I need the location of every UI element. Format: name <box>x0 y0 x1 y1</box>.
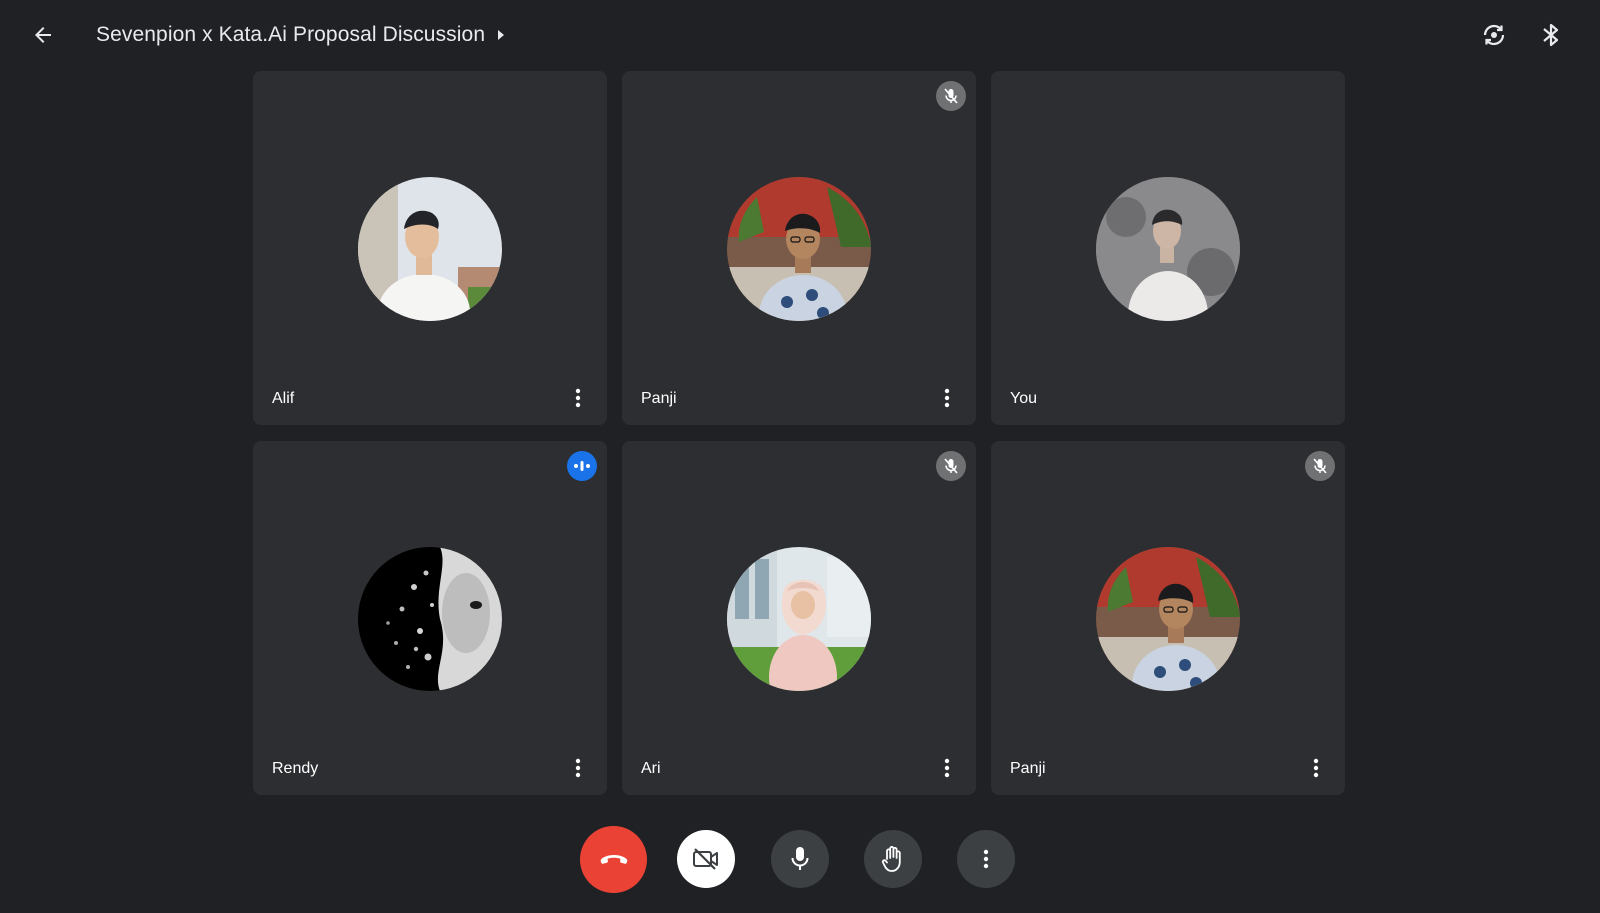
meeting-title: Sevenpion x Kata.Ai Proposal Discussion <box>96 23 486 46</box>
call-controls <box>0 826 1600 894</box>
avatar <box>358 177 502 321</box>
participant-name: Panji <box>641 390 677 407</box>
bluetooth-button[interactable] <box>1532 16 1570 54</box>
participant-tile[interactable]: Alif <box>253 71 607 425</box>
more-vert-icon <box>1313 758 1319 778</box>
call-end-icon <box>600 854 627 864</box>
switch-camera-icon <box>1483 24 1505 46</box>
muted-indicator <box>936 81 966 111</box>
participant-grid: Alif Panji You Rendy Ari Panji <box>253 71 1345 795</box>
hangup-button[interactable] <box>580 826 647 893</box>
more-vert-icon <box>944 388 950 408</box>
mic-off-icon <box>944 458 958 474</box>
muted-indicator <box>936 451 966 481</box>
participant-menu-button[interactable] <box>568 755 588 781</box>
muted-indicator <box>1305 451 1335 481</box>
back-button[interactable] <box>26 18 60 52</box>
participant-name: Panji <box>1010 760 1046 777</box>
caret-right-icon <box>497 29 505 41</box>
avatar <box>727 177 871 321</box>
camera-toggle-button[interactable] <box>677 830 735 888</box>
arrow-back-icon <box>35 27 51 43</box>
camera-off-icon <box>693 848 718 870</box>
participant-menu-button[interactable] <box>937 385 957 411</box>
avatar <box>727 547 871 691</box>
participant-menu-button[interactable] <box>1306 755 1326 781</box>
participant-tile[interactable]: Rendy <box>253 441 607 795</box>
raise-hand-button[interactable] <box>864 830 922 888</box>
participant-menu-button[interactable] <box>937 755 957 781</box>
mic-off-icon <box>1313 458 1327 474</box>
avatar <box>358 547 502 691</box>
participant-name: Ari <box>641 760 661 777</box>
participant-tile[interactable]: Panji <box>622 71 976 425</box>
more-vert-icon <box>983 849 989 869</box>
avatar <box>1096 547 1240 691</box>
audio-level-icon <box>574 461 590 471</box>
meeting-title-button[interactable]: Sevenpion x Kata.Ai Proposal Discussion <box>96 20 505 50</box>
switch-camera-button[interactable] <box>1475 16 1513 54</box>
participant-tile[interactable]: Panji <box>991 441 1345 795</box>
more-options-button[interactable] <box>957 830 1015 888</box>
avatar <box>1096 177 1240 321</box>
participant-name: Rendy <box>272 760 319 777</box>
speaking-indicator <box>567 451 597 481</box>
top-bar: Sevenpion x Kata.Ai Proposal Discussion <box>0 0 1600 70</box>
participant-tile[interactable]: Ari <box>622 441 976 795</box>
participant-tile[interactable]: You <box>991 71 1345 425</box>
more-vert-icon <box>944 758 950 778</box>
hand-icon <box>881 846 901 872</box>
mic-toggle-button[interactable] <box>771 830 829 888</box>
participant-name: Alif <box>272 390 295 407</box>
more-vert-icon <box>575 758 581 778</box>
bluetooth-icon <box>1543 23 1559 47</box>
mic-off-icon <box>944 88 958 104</box>
more-vert-icon <box>575 388 581 408</box>
participant-name: You <box>1010 390 1037 407</box>
participant-menu-button[interactable] <box>568 385 588 411</box>
mic-icon <box>791 847 809 870</box>
